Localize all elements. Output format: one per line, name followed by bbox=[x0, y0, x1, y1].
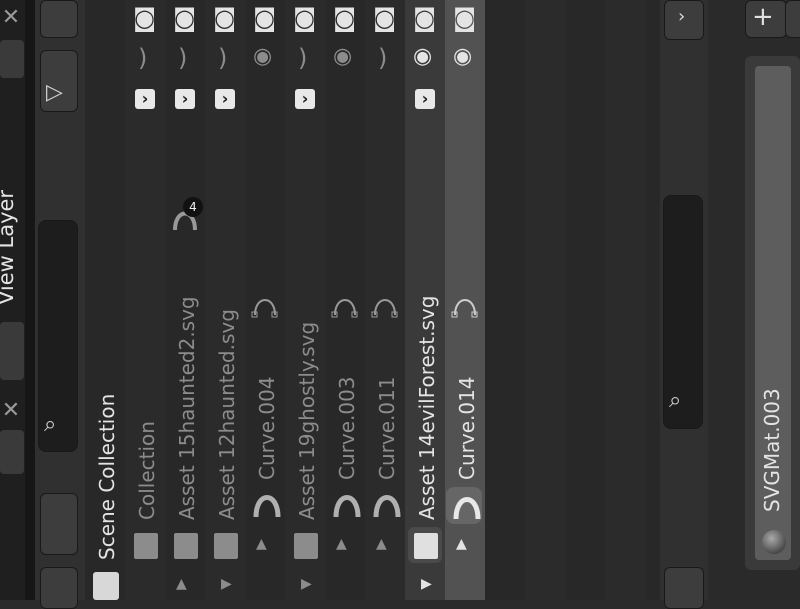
material-name: SVGMat.003 bbox=[760, 388, 784, 512]
row-label[interactable]: Asset 19ghostly.svg bbox=[295, 322, 319, 520]
expand-arrow-icon[interactable]: ▶ bbox=[421, 576, 432, 592]
exclude-checkbox[interactable]: › bbox=[415, 89, 435, 109]
chevron-right-icon: › bbox=[678, 6, 686, 27]
render-icon[interactable]: ◙ bbox=[213, 4, 236, 32]
eye-icon[interactable]: ◉ bbox=[453, 44, 472, 69]
eye-closed-icon[interactable]: ) bbox=[218, 44, 227, 72]
row-label[interactable]: Asset 15haunted2.svg bbox=[175, 296, 199, 520]
properties-tab-strip bbox=[25, 0, 35, 600]
expand-arrow-icon[interactable]: ▶ bbox=[301, 576, 312, 592]
exclude-checkbox[interactable]: › bbox=[215, 89, 235, 109]
copy-icon[interactable] bbox=[0, 40, 24, 78]
curve-modifier-icon bbox=[251, 299, 278, 318]
search-icon: ⌕ bbox=[44, 412, 57, 437]
collection-icon bbox=[214, 533, 238, 559]
search-icon: ⌕ bbox=[669, 388, 682, 413]
row-label[interactable]: Curve.014 bbox=[455, 376, 479, 480]
close-icon[interactable]: ✕ bbox=[0, 5, 22, 35]
remove-slot-button[interactable] bbox=[785, 0, 800, 38]
render-icon[interactable]: ◙ bbox=[413, 4, 436, 32]
close-icon[interactable]: ✕ bbox=[0, 398, 22, 428]
render-icon[interactable]: ◙ bbox=[333, 4, 356, 32]
exclude-checkbox[interactable]: › bbox=[295, 89, 315, 109]
curve-data-icon bbox=[253, 495, 281, 518]
render-icon[interactable]: ◙ bbox=[373, 4, 396, 32]
expand-arrow-icon[interactable]: ▲ bbox=[176, 576, 187, 592]
eye-icon[interactable]: ◉ bbox=[333, 44, 352, 69]
child-count-badge: 4 bbox=[183, 197, 203, 217]
eye-icon[interactable]: ◉ bbox=[253, 44, 272, 69]
copy-icon[interactable] bbox=[0, 430, 24, 474]
row-label[interactable]: Curve.004 bbox=[255, 376, 279, 480]
curve-data-icon bbox=[453, 497, 481, 520]
render-icon[interactable]: ◙ bbox=[253, 4, 276, 32]
filter-icon: ▷ bbox=[46, 80, 63, 105]
eye-icon[interactable]: ◉ bbox=[413, 44, 432, 69]
exclude-checkbox[interactable]: › bbox=[135, 89, 155, 109]
expand-arrow-icon[interactable]: ▲ bbox=[336, 536, 347, 552]
eye-closed-icon[interactable]: ) bbox=[378, 44, 387, 72]
collection-icon bbox=[134, 533, 158, 559]
material-sphere-icon bbox=[762, 530, 786, 554]
render-icon[interactable]: ◙ bbox=[173, 4, 196, 32]
render-icon[interactable]: ◙ bbox=[133, 4, 156, 32]
expand-arrow-icon[interactable]: ▶ bbox=[221, 576, 232, 592]
curve-modifier-icon bbox=[371, 299, 398, 318]
sync-button[interactable] bbox=[40, 567, 78, 609]
eye-closed-icon[interactable]: ) bbox=[298, 44, 307, 72]
expand-arrow-icon[interactable]: ▲ bbox=[376, 536, 387, 552]
expand-arrow-icon[interactable]: ▲ bbox=[256, 536, 267, 552]
display-mode-button[interactable] bbox=[40, 493, 78, 555]
expand-arrow-icon[interactable]: ▲ bbox=[456, 536, 467, 552]
collection-icon bbox=[174, 533, 198, 559]
render-icon[interactable]: ◙ bbox=[453, 4, 476, 32]
row-label[interactable]: Curve.003 bbox=[335, 376, 359, 480]
new-collection-button[interactable] bbox=[40, 0, 78, 38]
collection-icon bbox=[414, 533, 438, 559]
render-icon[interactable]: ◙ bbox=[293, 4, 316, 32]
eye-closed-icon[interactable]: ) bbox=[178, 44, 187, 72]
pin-button[interactable] bbox=[664, 567, 704, 609]
row-label[interactable]: Curve.011 bbox=[375, 376, 399, 480]
curve-data-icon bbox=[373, 495, 401, 518]
add-icon: + bbox=[752, 2, 774, 32]
row-label[interactable]: Collection bbox=[135, 421, 159, 520]
curve-data-icon bbox=[333, 495, 361, 518]
row-label[interactable]: Asset 14evilForest.svg bbox=[415, 296, 439, 520]
image-icon[interactable] bbox=[0, 322, 24, 380]
exclude-checkbox[interactable]: › bbox=[175, 89, 195, 109]
row-label[interactable]: Asset 12haunted.svg bbox=[215, 309, 239, 520]
outliner-right-stripes bbox=[485, 0, 660, 600]
curve-modifier-icon bbox=[451, 299, 478, 318]
scene-collection-icon bbox=[93, 572, 119, 600]
scene-collection-label: Scene Collection bbox=[95, 393, 119, 560]
collection-icon bbox=[294, 533, 318, 559]
curve-modifier-icon bbox=[331, 299, 358, 318]
eye-closed-icon[interactable]: ) bbox=[138, 44, 147, 72]
view-layer-label: View Layer bbox=[0, 189, 18, 305]
